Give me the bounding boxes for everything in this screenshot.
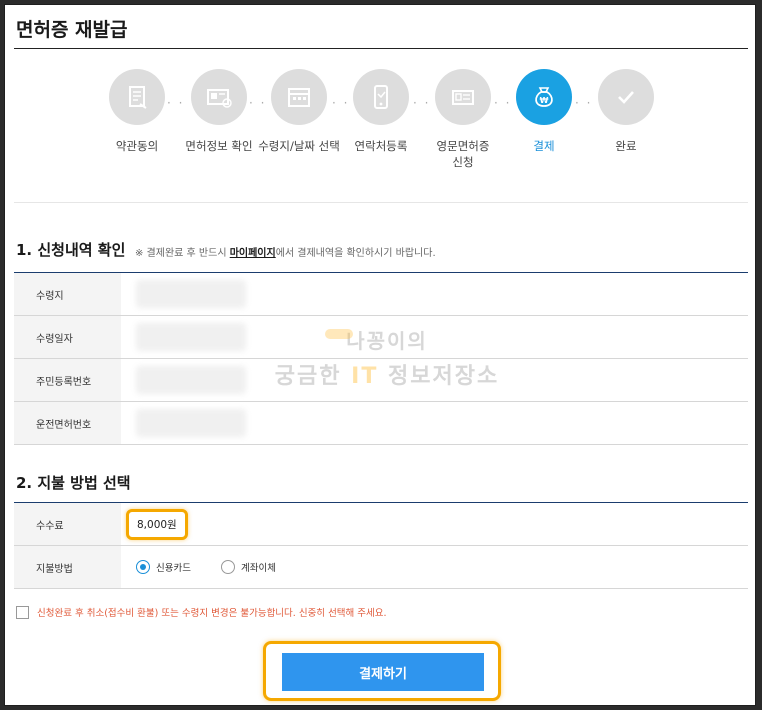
pay-button[interactable]: 결제하기 — [282, 653, 484, 691]
step-payment: ₩ 결제 — [499, 69, 589, 154]
step-progress: 약관동의 · · 면허정보 확인 · · 수령지/날짜 선택 · · 연락처등록… — [5, 69, 755, 179]
table-row: 주민등록번호 — [14, 359, 748, 402]
redacted-value — [136, 323, 246, 351]
row-value-redacted — [121, 402, 748, 444]
svg-text:₩: ₩ — [540, 96, 549, 105]
fee-cell: 8,000원 — [121, 503, 748, 545]
step-label: 연락처등록 — [354, 139, 408, 153]
document-icon — [109, 69, 165, 125]
radio-credit-card[interactable]: 신용카드 — [136, 560, 191, 574]
payment-method-table: 수수료 8,000원 지불방법 신용카드 계좌이체 — [14, 503, 748, 589]
step-date-select: 수령지/날짜 선택 — [254, 69, 344, 154]
step-complete: 완료 — [581, 69, 671, 154]
row-value-redacted — [121, 316, 748, 358]
payment-method-radio-group: 신용카드 계좌이체 — [136, 560, 276, 574]
agreement-text: 신청완료 후 취소(접수비 환불) 또는 수령지 변경은 불가능합니다. 신중히… — [37, 608, 387, 619]
window-frame: 면허증 재발급 약관동의 · · 면허정보 확인 · · 수령지/날짜 선택 ·… — [4, 4, 756, 706]
row-label-pickup-date: 수령일자 — [14, 316, 121, 358]
payment-method-cell: 신용카드 계좌이체 — [121, 546, 748, 588]
page-title: 면허증 재발급 — [16, 19, 128, 41]
section2-title: 2. 지불 방법 선택 — [16, 474, 131, 492]
note-suffix: 에서 결제내역을 확인하시기 바랍니다. — [275, 248, 436, 259]
row-value-redacted — [121, 273, 748, 315]
radio-bank-transfer[interactable]: 계좌이체 — [220, 560, 276, 574]
fee-value: 8,000원 — [126, 508, 188, 540]
license-icon — [435, 69, 491, 125]
step-license-info: 면허정보 확인 — [174, 69, 264, 154]
payment-method-label: 지불방법 — [14, 546, 121, 588]
pay-button-highlight: 결제하기 — [263, 641, 501, 701]
redacted-value — [136, 409, 246, 437]
section-divider — [14, 202, 748, 203]
step-label-line2: 신청 — [452, 155, 474, 169]
radio-button[interactable] — [220, 560, 235, 574]
id-card-icon — [191, 69, 247, 125]
section1-title: 1. 신청내역 확인 — [16, 241, 126, 259]
step-label: 영문면허증신청 — [418, 138, 508, 170]
row-label-resident-number: 주민등록번호 — [14, 359, 121, 401]
phone-icon — [353, 69, 409, 125]
radio-label: 계좌이체 — [240, 563, 276, 574]
step-label-line1: 영문면허증 — [436, 139, 490, 153]
table-row: 지불방법 신용카드 계좌이체 — [14, 546, 748, 589]
agreement-checkbox[interactable] — [16, 605, 29, 619]
radio-label: 신용카드 — [156, 563, 191, 574]
step-label: 결제 — [533, 139, 555, 153]
step-terms: 약관동의 — [92, 69, 182, 154]
step-label: 수령지/날짜 선택 — [258, 139, 340, 153]
redacted-value — [136, 366, 246, 394]
title-divider — [14, 48, 748, 49]
fee-label: 수수료 — [14, 503, 121, 545]
step-label: 면허정보 확인 — [185, 139, 253, 153]
radio-button-checked[interactable] — [136, 560, 150, 574]
note-prefix: ※ 결제완료 후 반드시 — [135, 248, 230, 259]
payment-bag-icon: ₩ — [516, 69, 572, 125]
calendar-icon — [271, 69, 327, 125]
row-label-pickup-place: 수령지 — [14, 273, 121, 315]
table-row: 운전면허번호 — [14, 402, 748, 445]
table-row: 수령일자 — [14, 316, 748, 359]
section1-note: ※ 결제완료 후 반드시 마이페이지에서 결제내역을 확인하시기 바랍니다. — [135, 244, 436, 259]
mypage-link[interactable]: 마이페이지 — [230, 248, 276, 259]
check-icon — [598, 69, 654, 125]
table-row: 수령지 — [14, 273, 748, 316]
row-value-redacted — [121, 359, 748, 401]
step-english-license: 영문면허증신청 — [418, 69, 508, 170]
row-label-license-number: 운전면허번호 — [14, 402, 121, 444]
agreement-row: 신청완료 후 취소(접수비 환불) 또는 수령지 변경은 불가능합니다. 신중히… — [16, 605, 387, 619]
application-details-table: 수령지 수령일자 주민등록번호 운전면허번호 — [14, 273, 748, 445]
table-row: 수수료 8,000원 — [14, 503, 748, 546]
step-contact: 연락처등록 — [336, 69, 426, 154]
step-label: 약관동의 — [115, 139, 159, 153]
redacted-value — [136, 280, 246, 308]
step-label: 완료 — [615, 139, 637, 153]
